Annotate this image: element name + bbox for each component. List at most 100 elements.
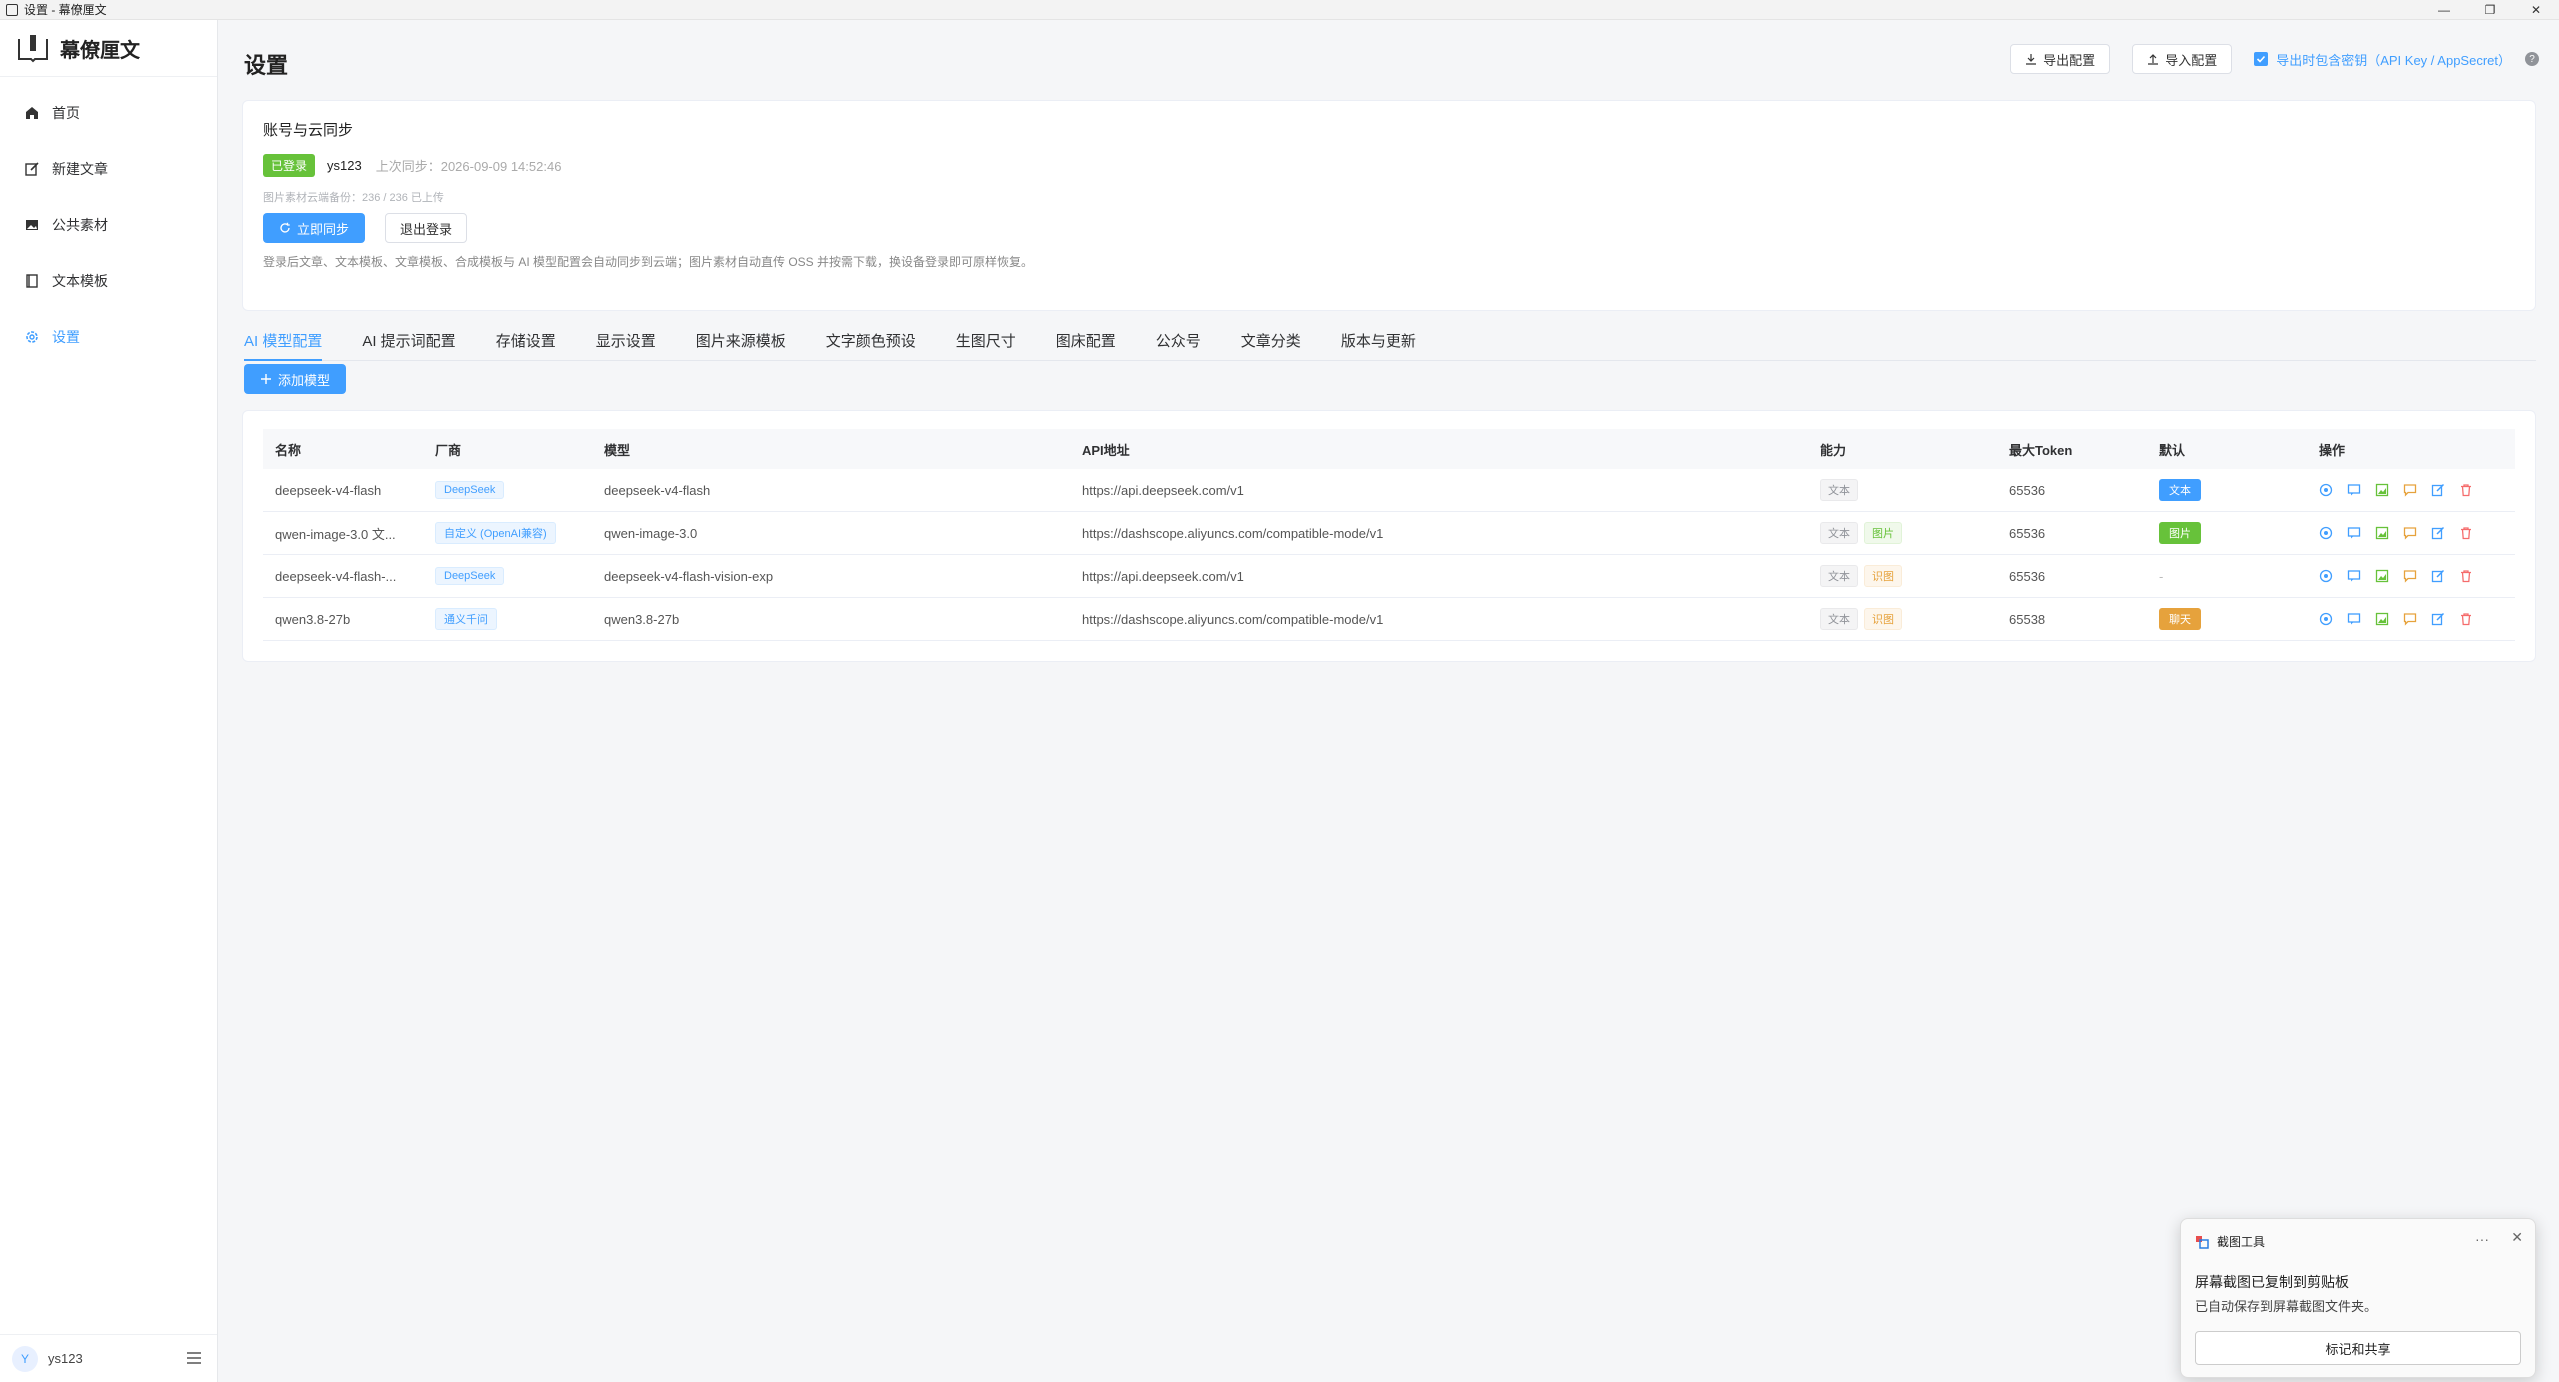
tab-ai-prompt[interactable]: AI 提示词配置 bbox=[362, 320, 455, 360]
last-sync-time: 上次同步：2026-09-09 14:52:46 bbox=[375, 159, 562, 174]
test-icon[interactable] bbox=[2319, 569, 2333, 583]
edit-icon[interactable] bbox=[2431, 526, 2445, 540]
logo-icon bbox=[18, 35, 48, 63]
account-description: 登录后文章、文本模板、文章模板、合成模板与 AI 模型配置会自动同步到云端；图片… bbox=[263, 255, 1034, 269]
image-icon bbox=[26, 220, 38, 230]
comment-icon[interactable] bbox=[2403, 612, 2417, 626]
delete-icon[interactable] bbox=[2459, 569, 2473, 583]
tab-display[interactable]: 显示设置 bbox=[596, 320, 656, 360]
test-icon[interactable] bbox=[2319, 483, 2333, 497]
vendor-tag: DeepSeek bbox=[435, 481, 505, 499]
tab-article-category[interactable]: 文章分类 bbox=[1241, 320, 1301, 360]
sync-now-label: 立即同步 bbox=[297, 221, 350, 237]
default-badge: 文本 bbox=[2159, 479, 2201, 501]
tab-image-source[interactable]: 图片来源模板 bbox=[696, 320, 786, 360]
tab-image-size[interactable]: 生图尺寸 bbox=[956, 320, 1016, 360]
menu-icon[interactable] bbox=[185, 1349, 203, 1367]
sidebar-item-settings[interactable]: 设置 bbox=[0, 309, 217, 365]
sidebar-item-assets[interactable]: 公共素材 bbox=[0, 197, 217, 253]
more-icon[interactable]: ··· bbox=[2475, 1231, 2489, 1247]
max-token: 65536 bbox=[2009, 525, 2046, 541]
add-model-button[interactable]: 添加模型 bbox=[244, 364, 347, 394]
default-badge: 图片 bbox=[2159, 522, 2201, 544]
logout-button[interactable]: 退出登录 bbox=[385, 213, 468, 243]
tab-image-host[interactable]: 图床配置 bbox=[1056, 320, 1116, 360]
api-url: https://dashscope.aliyuncs.com/compatibl… bbox=[1082, 525, 1384, 541]
snipping-tool-icon bbox=[2196, 1235, 2209, 1249]
model-id: qwen-image-3.0 bbox=[604, 525, 698, 541]
account-actions: 立即同步 退出登录 bbox=[263, 213, 2515, 243]
sidebar: 幕僚厘文 首页 新建文章 公共素材 文本模板 设置 Y ys123 bbox=[0, 20, 218, 1382]
capability-tag: 图片 bbox=[1864, 522, 1902, 544]
tab-text-color[interactable]: 文字颜色预设 bbox=[826, 320, 916, 360]
image-test-icon[interactable] bbox=[2375, 612, 2389, 626]
tab-version[interactable]: 版本与更新 bbox=[1341, 320, 1416, 360]
user-bar: Y ys123 bbox=[0, 1334, 217, 1382]
image-test-icon[interactable] bbox=[2375, 483, 2389, 497]
test-icon[interactable] bbox=[2319, 526, 2333, 540]
export-config-button[interactable]: 导出配置 bbox=[2010, 44, 2111, 74]
checkbox-checked-icon bbox=[2254, 52, 2269, 66]
close-icon[interactable]: ✕ bbox=[2513, 0, 2559, 19]
sidebar-item-label: 文本模板 bbox=[52, 273, 108, 289]
markup-share-button[interactable]: 标记和共享 bbox=[2195, 1331, 2521, 1365]
edit-icon[interactable] bbox=[2431, 569, 2445, 583]
account-status-row: 已登录 ys123 上次同步：2026-09-09 14:52:46 bbox=[263, 154, 2515, 177]
comment-icon[interactable] bbox=[2403, 526, 2417, 540]
sidebar-item-new-article[interactable]: 新建文章 bbox=[0, 141, 217, 197]
table-row: deepseek-v4-flash-... DeepSeek deepseek-v4… bbox=[263, 554, 2515, 598]
vendor-tag: 自定义 (OpenAI兼容) bbox=[435, 522, 556, 544]
chat-icon[interactable] bbox=[2347, 612, 2361, 626]
model-name: qwen3.8-27b bbox=[275, 611, 351, 627]
export-config-label: 导出配置 bbox=[2043, 52, 2096, 68]
page-title: 设置 bbox=[244, 53, 289, 78]
api-url: https://api.deepseek.com/v1 bbox=[1082, 482, 1244, 498]
status-badge: 已登录 bbox=[263, 154, 316, 177]
delete-icon[interactable] bbox=[2459, 483, 2473, 497]
tab-storage[interactable]: 存储设置 bbox=[496, 320, 556, 360]
sidebar-item-home[interactable]: 首页 bbox=[0, 85, 217, 141]
upload-icon bbox=[2148, 54, 2159, 65]
chat-icon[interactable] bbox=[2347, 526, 2361, 540]
comment-icon[interactable] bbox=[2403, 569, 2417, 583]
tab-ai-model[interactable]: AI 模型配置 bbox=[244, 320, 323, 361]
model-id: deepseek-v4-flash bbox=[604, 482, 711, 498]
window-titlebar: 设置 - 幕僚厘文 — ❐ ✕ bbox=[0, 0, 2559, 20]
add-model-label: 添加模型 bbox=[278, 372, 331, 388]
chat-icon[interactable] bbox=[2347, 569, 2361, 583]
image-test-icon[interactable] bbox=[2375, 569, 2389, 583]
app-icon bbox=[6, 3, 18, 16]
import-config-button[interactable]: 导入配置 bbox=[2132, 44, 2233, 74]
delete-icon[interactable] bbox=[2459, 526, 2473, 540]
minimize-icon[interactable]: — bbox=[2421, 0, 2467, 19]
main-content: 设置 导出配置 导入配置 导出时包含密钥（API Key / AppSecret… bbox=[218, 20, 2559, 1382]
edit-icon[interactable] bbox=[2431, 483, 2445, 497]
maximize-icon[interactable]: ❐ bbox=[2467, 0, 2513, 19]
chat-icon[interactable] bbox=[2347, 483, 2361, 497]
account-title: 账号与云同步 bbox=[263, 122, 354, 139]
table-row: qwen-image-3.0 文... 自定义 (OpenAI兼容) qwen-im… bbox=[263, 511, 2515, 555]
model-name: deepseek-v4-flash bbox=[275, 482, 382, 498]
header-actions: 导出配置 导入配置 导出时包含密钥（API Key / AppSecret） ? bbox=[2010, 44, 2539, 74]
help-icon[interactable]: ? bbox=[2525, 52, 2539, 66]
refresh-icon bbox=[280, 222, 290, 233]
avatar[interactable]: Y bbox=[12, 1345, 38, 1372]
vendor-tag: 通义千问 bbox=[435, 608, 497, 630]
home-icon bbox=[26, 107, 38, 119]
vendor-tag: DeepSeek bbox=[435, 567, 505, 585]
image-test-icon[interactable] bbox=[2375, 526, 2389, 540]
edit-icon[interactable] bbox=[2431, 612, 2445, 626]
max-token: 65538 bbox=[2009, 611, 2046, 627]
close-icon[interactable]: ✕ bbox=[2511, 1229, 2523, 1246]
sync-now-button[interactable]: 立即同步 bbox=[263, 213, 366, 243]
tab-official-account[interactable]: 公众号 bbox=[1156, 320, 1201, 360]
account-username: ys123 bbox=[327, 158, 362, 173]
sidebar-item-templates[interactable]: 文本模板 bbox=[0, 253, 217, 309]
download-icon bbox=[2026, 54, 2037, 65]
test-icon[interactable] bbox=[2319, 612, 2333, 626]
include-secret-checkbox[interactable]: 导出时包含密钥（API Key / AppSecret） ? bbox=[2254, 50, 2539, 69]
delete-icon[interactable] bbox=[2459, 612, 2473, 626]
comment-icon[interactable] bbox=[2403, 483, 2417, 497]
capability-tag: 文本 bbox=[1820, 479, 1858, 501]
backup-note: 图片素材云端备份：236 / 236 已上传 bbox=[263, 192, 444, 204]
